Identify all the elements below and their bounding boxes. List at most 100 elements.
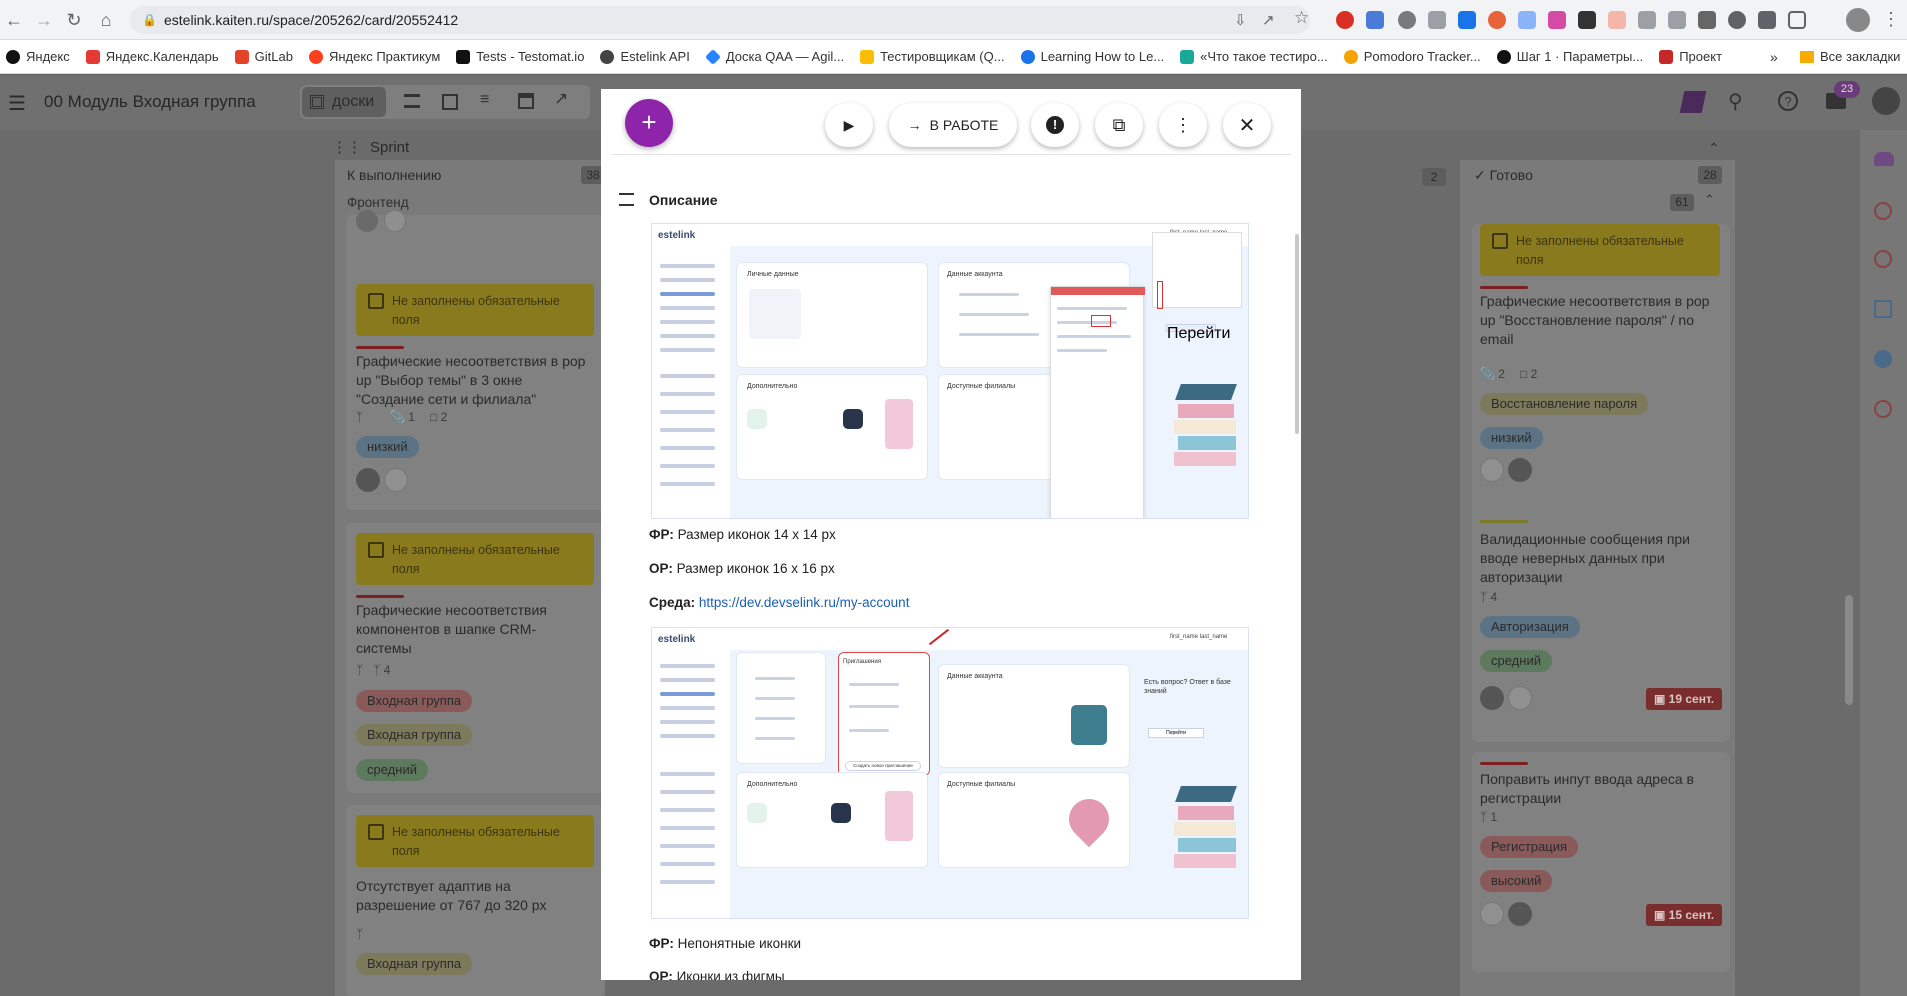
- card[interactable]: Поправить инпут ввода адреса в регистрац…: [1472, 752, 1730, 972]
- extension-icon[interactable]: [1608, 11, 1626, 29]
- bookmark[interactable]: Проект: [1659, 49, 1722, 64]
- card[interactable]: Не заполнены обязательные поля Графическ…: [346, 523, 604, 793]
- more-button[interactable]: ⋮: [1159, 103, 1207, 147]
- extension-icon[interactable]: [1398, 11, 1416, 29]
- calendar-icon[interactable]: [518, 93, 534, 109]
- timeline-icon[interactable]: ≡: [480, 91, 489, 109]
- column-count: 2: [1422, 168, 1446, 186]
- notification-badge: 23: [1834, 81, 1860, 98]
- extension-icon[interactable]: [1668, 11, 1686, 29]
- address-bar[interactable]: 🔒 estelink.kaiten.ru/space/205262/card/2…: [130, 6, 1310, 34]
- card[interactable]: Не заполнены обязательные поля Графическ…: [346, 274, 604, 510]
- extension-icon[interactable]: [1548, 11, 1566, 29]
- bookmark[interactable]: Pomodoro Tracker...: [1343, 49, 1481, 64]
- side-panel-icon[interactable]: [1788, 11, 1806, 29]
- fr-line-1: ФР: Размер иконок 14 x 14 px: [649, 527, 836, 542]
- download-icon[interactable]: ⇩: [1234, 11, 1252, 29]
- lane-title[interactable]: ⋮⋮ Sprint: [332, 138, 409, 156]
- avatar: [1480, 902, 1504, 926]
- bookmark[interactable]: Яндекс: [6, 49, 70, 64]
- help-icon[interactable]: ?: [1778, 91, 1798, 111]
- card[interactable]: Валидационные сообщения при вводе неверн…: [1472, 512, 1730, 742]
- avatar: [356, 468, 380, 492]
- env-link[interactable]: https://dev.devselink.ru/my-account: [699, 595, 910, 610]
- more-vertical-icon: ⋮: [1174, 114, 1192, 135]
- home-icon[interactable]: ⌂: [94, 8, 118, 32]
- extension-icon[interactable]: [1638, 11, 1656, 29]
- bookmark[interactable]: Яндекс Практикум: [308, 49, 440, 64]
- card[interactable]: [346, 210, 604, 283]
- kaiten-logo-icon[interactable]: [1679, 91, 1707, 113]
- bookmark[interactable]: GitLab: [234, 49, 293, 64]
- alert-icon: !: [1046, 116, 1064, 134]
- bookmark[interactable]: Learning How to Le...: [1020, 49, 1164, 64]
- block-button[interactable]: !: [1031, 103, 1079, 147]
- extension-icon[interactable]: [1458, 11, 1476, 29]
- card[interactable]: Не заполнены обязательные поля Отсутству…: [346, 805, 604, 996]
- timer-icon[interactable]: [1874, 202, 1892, 220]
- column-title[interactable]: К выполнению: [347, 167, 441, 183]
- extension-icon[interactable]: [1488, 11, 1506, 29]
- folder-icon: [1800, 50, 1814, 63]
- avatar: [1508, 902, 1532, 926]
- collapse-icon[interactable]: ⌃: [1704, 192, 1715, 208]
- shot-user: first_name last_name: [1170, 634, 1228, 640]
- modal-scrollbar[interactable]: [1295, 234, 1299, 434]
- tag: Авторизация: [1480, 616, 1580, 638]
- members-icon[interactable]: [1874, 152, 1894, 166]
- bookmarks-overflow[interactable]: »: [1770, 49, 1778, 65]
- translate-icon[interactable]: [1366, 11, 1384, 29]
- tag: низкий: [1480, 427, 1543, 449]
- bookmark[interactable]: Тестировщикам (Q...: [860, 49, 1005, 64]
- card-title: Отсутствует адаптив на разрешение от 767…: [356, 878, 547, 913]
- history-icon[interactable]: [1874, 250, 1892, 268]
- reading-list-icon[interactable]: [1758, 11, 1776, 29]
- extension-icon[interactable]: [1578, 11, 1596, 29]
- search-icon[interactable]: ⚲: [1728, 89, 1743, 114]
- bookmark[interactable]: «Что такое тестиро...: [1180, 49, 1328, 64]
- user-avatar[interactable]: [1872, 87, 1900, 115]
- menu-icon[interactable]: ☰: [8, 91, 26, 116]
- comments: □ 2: [430, 410, 448, 424]
- extension-icon[interactable]: [1428, 11, 1446, 29]
- automation-icon[interactable]: [1874, 350, 1892, 368]
- bookmark[interactable]: Яндекс.Календарь: [85, 49, 219, 64]
- or-line-2: ОР: Иконки из фигмы: [649, 969, 785, 980]
- url-text: estelink.kaiten.ru/space/205262/card/205…: [164, 12, 459, 28]
- bookmark[interactable]: Доска QAA — Agil...: [704, 48, 844, 65]
- adblock-icon[interactable]: [1336, 11, 1354, 29]
- share-button[interactable]: ⧉: [1095, 103, 1143, 147]
- collapse-lane-icon[interactable]: ⌃: [1708, 140, 1720, 157]
- close-button[interactable]: ✕: [1223, 103, 1271, 147]
- back-icon[interactable]: ←: [2, 8, 26, 32]
- subtasks: ᛉ ᛉ 4: [356, 663, 391, 677]
- list-icon[interactable]: [404, 94, 420, 108]
- extension-icon[interactable]: [1518, 11, 1536, 29]
- block-icon[interactable]: [1874, 400, 1892, 418]
- bookmark[interactable]: Шаг 1 · Параметры...: [1496, 49, 1643, 64]
- star-icon[interactable]: ☆: [1294, 8, 1312, 27]
- drag-handle-icon[interactable]: ⋮⋮: [332, 139, 362, 156]
- chart-icon[interactable]: ↗: [554, 89, 568, 109]
- forward-icon[interactable]: →: [32, 8, 56, 32]
- play-button[interactable]: ▶: [825, 103, 873, 147]
- group-title[interactable]: Фронтенд: [347, 195, 409, 210]
- reload-icon[interactable]: ↻: [62, 8, 86, 32]
- status-button[interactable]: → В РАБОТЕ: [889, 103, 1017, 147]
- attached-screenshot[interactable]: estelink first_name last_name Личные дан…: [651, 223, 1249, 519]
- bookmark[interactable]: Estelink API: [600, 49, 690, 64]
- column-title[interactable]: ✓ Готово: [1474, 167, 1533, 184]
- bookmark[interactable]: Tests - Testomat.io: [456, 49, 584, 64]
- profile-avatar[interactable]: [1846, 8, 1870, 32]
- warning-banner: Не заполнены обязательные поля: [1480, 224, 1720, 276]
- share-icon[interactable]: ↗: [1262, 11, 1280, 29]
- table-icon[interactable]: [442, 94, 458, 110]
- extension-icon[interactable]: [1698, 11, 1716, 29]
- attached-screenshot[interactable]: estelink first_name last_name Приглашени…: [651, 627, 1249, 919]
- all-bookmarks[interactable]: Все закладки: [1800, 49, 1900, 64]
- copy-icon[interactable]: [1874, 300, 1892, 318]
- board-scrollbar[interactable]: [1845, 595, 1853, 705]
- browser-menu-icon[interactable]: ⋮: [1882, 9, 1900, 30]
- add-button[interactable]: +: [625, 99, 673, 147]
- extensions-puzzle-icon[interactable]: [1728, 11, 1746, 29]
